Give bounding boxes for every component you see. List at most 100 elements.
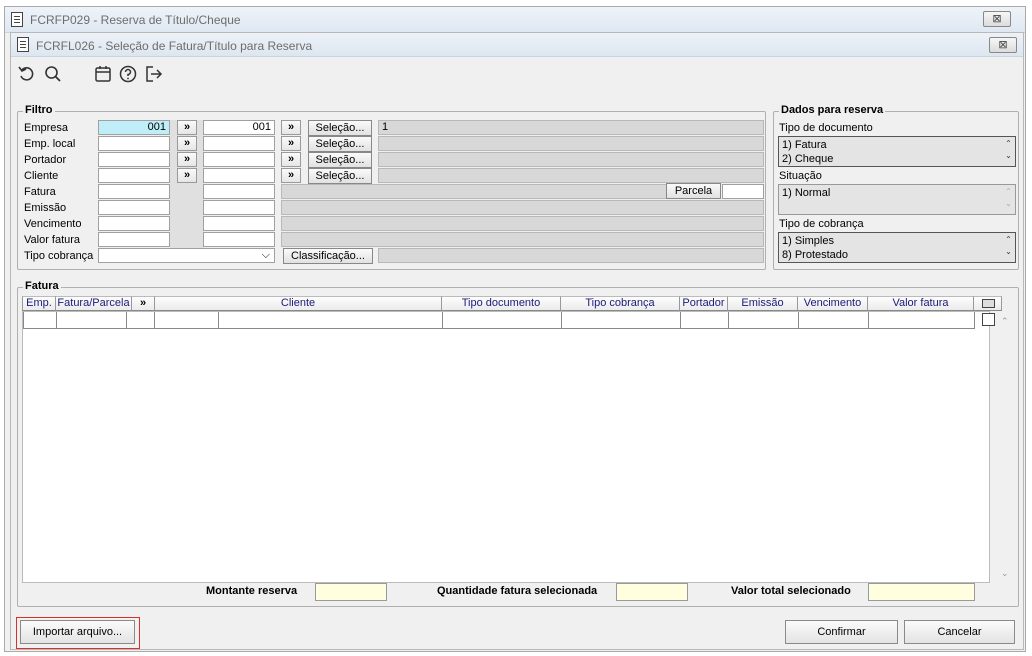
empresa-to-input[interactable]: 001 <box>203 120 275 135</box>
scroll-up-icon[interactable]: ⌃ <box>1004 138 1013 150</box>
cliente-from-input[interactable] <box>98 168 170 183</box>
scroll-up-icon[interactable]: ⌃ <box>1004 186 1013 198</box>
column-header-valor-fatura[interactable]: Valor fatura <box>868 296 974 311</box>
empresa-selecao-button[interactable]: Seleção... <box>308 120 372 136</box>
scrollbar[interactable]: ⌃ ⌄ <box>1004 186 1013 210</box>
select-all-checkbox[interactable] <box>982 299 995 308</box>
list-item[interactable]: 8) Protestado <box>782 249 848 261</box>
portador-copy-arrow[interactable]: » <box>177 152 197 167</box>
list-item[interactable]: 1) Normal <box>782 187 830 199</box>
vencimento-to-input[interactable] <box>203 216 275 231</box>
document-icon <box>17 37 29 52</box>
empresa-copy-arrow[interactable]: » <box>177 120 197 135</box>
column-header-select-all[interactable] <box>974 296 1002 311</box>
table-cell[interactable] <box>219 312 443 329</box>
list-item[interactable]: 1) Simples <box>782 235 834 247</box>
outer-window-title: FCRFP029 - Reserva de Título/Cheque <box>30 13 241 27</box>
table-cell[interactable] <box>799 312 869 329</box>
fatura-to-input[interactable] <box>203 184 275 199</box>
table-row[interactable] <box>23 312 975 329</box>
parcela-label: Parcela <box>666 183 721 199</box>
fatura-grid[interactable]: ⌃ ⌄ <box>22 311 1009 583</box>
classificacao-button[interactable]: Classificação... <box>283 248 373 264</box>
outer-close-button[interactable]: ⊠ <box>983 11 1011 27</box>
list-item[interactable]: 2) Cheque <box>782 153 833 165</box>
emp-local-from-input[interactable] <box>98 136 170 151</box>
help-icon[interactable] <box>118 64 138 84</box>
inner-window-title: FCRFL026 - Seleção de Fatura/Título para… <box>36 39 313 53</box>
portador-to-input[interactable] <box>203 152 275 167</box>
table-cell[interactable] <box>443 312 562 329</box>
table-cell[interactable] <box>127 312 155 329</box>
column-header-emp[interactable]: Emp. <box>22 296 56 311</box>
row-checkbox[interactable] <box>982 313 995 326</box>
empresa-to-arrow[interactable]: » <box>281 120 301 135</box>
column-header-portador[interactable]: Portador <box>680 296 728 311</box>
column-header-emissao[interactable]: Emissão <box>728 296 798 311</box>
empresa-from-input[interactable]: 001 <box>98 120 170 135</box>
tipo-documento-listbox[interactable]: 1) Fatura 2) Cheque ⌃ ⌄ <box>778 136 1016 167</box>
confirmar-button[interactable]: Confirmar <box>785 620 898 644</box>
portador-selecao-button[interactable]: Seleção... <box>308 152 372 168</box>
cliente-to-input[interactable] <box>203 168 275 183</box>
table-cell[interactable] <box>729 312 799 329</box>
scroll-down-icon[interactable]: ⌄ <box>1004 150 1013 162</box>
inner-close-button[interactable]: ⊠ <box>989 37 1017 53</box>
valor-fatura-description <box>281 232 764 247</box>
table-cell[interactable] <box>562 312 681 329</box>
column-header-vencimento[interactable]: Vencimento <box>798 296 868 311</box>
emissao-from-input[interactable] <box>98 200 170 215</box>
table-cell[interactable] <box>681 312 729 329</box>
empresa-description: 1 <box>378 120 764 135</box>
emp-local-selecao-button[interactable]: Seleção... <box>308 136 372 152</box>
cliente-selecao-button[interactable]: Seleção... <box>308 168 372 184</box>
valor-fatura-from-input[interactable] <box>98 232 170 247</box>
exit-icon[interactable] <box>144 64 164 84</box>
column-header-cliente[interactable]: Cliente <box>155 296 442 311</box>
emissao-description <box>281 200 764 215</box>
cliente-copy-arrow[interactable]: » <box>177 168 197 183</box>
column-header-expand[interactable]: » <box>132 296 155 311</box>
scroll-down-icon[interactable]: ⌄ <box>1001 568 1009 579</box>
table-cell[interactable] <box>155 312 219 329</box>
tipo-cobranca-description <box>378 248 764 263</box>
cancelar-button[interactable]: Cancelar <box>904 620 1015 644</box>
parcela-input[interactable] <box>722 184 764 199</box>
situacao-listbox[interactable]: 1) Normal ⌃ ⌄ <box>778 184 1016 215</box>
vencimento-from-input[interactable] <box>98 216 170 231</box>
column-header-tipo-documento[interactable]: Tipo documento <box>442 296 561 311</box>
scrollbar[interactable]: ⌃ ⌄ <box>1004 234 1013 258</box>
emp-local-to-input[interactable] <box>203 136 275 151</box>
cliente-to-arrow[interactable]: » <box>281 168 301 183</box>
emissao-to-input[interactable] <box>203 200 275 215</box>
emp-local-to-arrow[interactable]: » <box>281 136 301 151</box>
valor-fatura-to-input[interactable] <box>203 232 275 247</box>
calendar-icon[interactable] <box>93 64 113 84</box>
dados-reserva-legend: Dados para reserva <box>779 104 886 116</box>
table-cell[interactable] <box>23 312 57 329</box>
situacao-label: Situação <box>779 170 822 182</box>
filtro-legend: Filtro <box>23 104 55 116</box>
column-header-tipo-cobranca[interactable]: Tipo cobrança <box>561 296 680 311</box>
scroll-down-icon[interactable]: ⌄ <box>1004 198 1013 210</box>
table-cell[interactable] <box>57 312 127 329</box>
chevron-down-icon: ⌵ <box>261 249 270 261</box>
search-icon[interactable] <box>43 64 63 84</box>
scroll-down-icon[interactable]: ⌄ <box>1004 246 1013 258</box>
scroll-up-icon[interactable]: ⌃ <box>1004 234 1013 246</box>
fatura-description <box>281 184 667 199</box>
list-item[interactable]: 1) Fatura <box>782 139 827 151</box>
column-header-fatura-parcela[interactable]: Fatura/Parcela <box>56 296 132 311</box>
fatura-from-input[interactable] <box>98 184 170 199</box>
table-cell[interactable] <box>869 312 975 329</box>
portador-from-input[interactable] <box>98 152 170 167</box>
scroll-up-icon[interactable]: ⌃ <box>1001 316 1009 327</box>
tipo-cobranca-label: Tipo cobrança <box>24 250 94 262</box>
portador-to-arrow[interactable]: » <box>281 152 301 167</box>
tipo-cobranca-select[interactable]: ⌵ <box>98 248 275 263</box>
emp-local-copy-arrow[interactable]: » <box>177 136 197 151</box>
tipo-cobranca-listbox[interactable]: 1) Simples 8) Protestado ⌃ ⌄ <box>778 232 1016 263</box>
undo-icon[interactable] <box>17 64 37 84</box>
importar-arquivo-button[interactable]: Importar arquivo... <box>20 620 135 644</box>
scrollbar[interactable]: ⌃ ⌄ <box>1004 138 1013 162</box>
